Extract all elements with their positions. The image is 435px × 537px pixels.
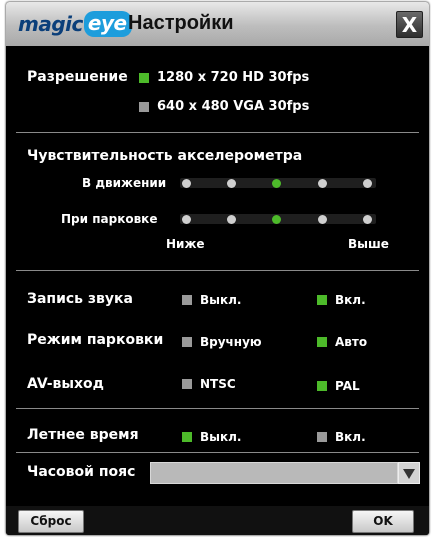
parking-level-1[interactable] (182, 215, 191, 224)
motion-level-2[interactable] (227, 179, 236, 188)
motion-level-4[interactable] (318, 179, 327, 188)
settings-window: magic eye Настройки X Разрешение 1280 x … (6, 2, 429, 535)
parking-mode-manual-label: Вручную (200, 335, 262, 349)
sound-on-option[interactable]: Вкл. (317, 293, 366, 307)
ok-button[interactable]: OK (352, 510, 414, 533)
av-out-pal-label: PAL (335, 379, 360, 393)
sensitivity-low-label: Ниже (166, 237, 205, 251)
accelerometer-title: Чувствительность акселерометра (27, 148, 303, 164)
parking-label: При парковке (61, 212, 158, 226)
divider (16, 452, 419, 453)
resolution-label: Разрешение (27, 69, 128, 85)
sound-off-option[interactable]: Выкл. (182, 293, 242, 307)
parking-mode-auto-indicator (317, 337, 327, 347)
motion-level-1[interactable] (182, 179, 191, 188)
reset-button[interactable]: Сброс (18, 510, 84, 533)
close-button[interactable]: X (396, 11, 423, 38)
parking-level-3[interactable] (272, 215, 281, 224)
resolution-option-vga[interactable]: 640 x 480 VGA 30fps (139, 99, 309, 114)
dst-on-indicator (317, 432, 327, 442)
sound-off-indicator (182, 295, 192, 305)
timezone-label: Часовой пояс (27, 464, 136, 480)
resolution-option-hd-label: 1280 x 720 HD 30fps (157, 70, 310, 85)
radio-vga-indicator (139, 101, 149, 112)
dst-off-label: Выкл. (200, 430, 242, 444)
settings-content: Разрешение 1280 x 720 HD 30fps 640 x 480… (6, 46, 429, 506)
radio-hd-indicator (139, 72, 149, 83)
divider (16, 270, 419, 271)
motion-level-5[interactable] (363, 179, 372, 188)
dropdown-arrow-icon[interactable] (398, 462, 420, 484)
parking-sensitivity-slider[interactable] (180, 213, 376, 225)
resolution-option-vga-label: 640 x 480 VGA 30fps (157, 99, 310, 114)
av-out-ntsc-indicator (182, 379, 192, 389)
dst-on-label: Вкл. (335, 430, 366, 444)
timezone-select[interactable] (150, 462, 398, 484)
parking-level-5[interactable] (363, 215, 372, 224)
parking-mode-auto-label: Авто (335, 335, 368, 349)
parking-mode-auto-option[interactable]: Авто (317, 335, 367, 349)
parking-level-2[interactable] (227, 215, 236, 224)
sensitivity-high-label: Выше (348, 237, 389, 251)
divider (16, 408, 419, 409)
logo-text-eye: eye (83, 11, 132, 37)
av-out-pal-option[interactable]: PAL (317, 379, 360, 393)
window-title: Настройки (128, 12, 234, 34)
divider (16, 132, 419, 133)
parking-mode-manual-indicator (182, 337, 192, 347)
magiceye-logo: magic eye (18, 11, 132, 37)
parking-mode-label: Режим парковки (27, 332, 164, 348)
dst-off-option[interactable]: Выкл. (182, 430, 242, 444)
title-bar: magic eye Настройки X (6, 2, 429, 46)
parking-mode-manual-option[interactable]: Вручную (182, 335, 262, 349)
sound-on-label: Вкл. (335, 293, 366, 307)
motion-sensitivity-slider[interactable] (180, 177, 376, 189)
av-out-label: AV-выход (27, 376, 104, 392)
av-out-ntsc-label: NTSC (200, 377, 236, 391)
dst-on-option[interactable]: Вкл. (317, 430, 366, 444)
logo-text-magic: magic (18, 12, 83, 36)
resolution-option-hd[interactable]: 1280 x 720 HD 30fps (139, 70, 309, 85)
dst-off-indicator (182, 432, 192, 442)
dst-label: Летнее время (27, 427, 139, 443)
footer-bar: Сброс OK (6, 506, 429, 535)
sound-on-indicator (317, 295, 327, 305)
motion-level-3[interactable] (272, 179, 281, 188)
sound-off-label: Выкл. (200, 293, 242, 307)
parking-level-4[interactable] (318, 215, 327, 224)
av-out-ntsc-option[interactable]: NTSC (182, 377, 236, 391)
av-out-pal-indicator (317, 381, 327, 391)
sound-label: Запись звука (27, 291, 133, 307)
motion-label: В движении (82, 176, 167, 190)
